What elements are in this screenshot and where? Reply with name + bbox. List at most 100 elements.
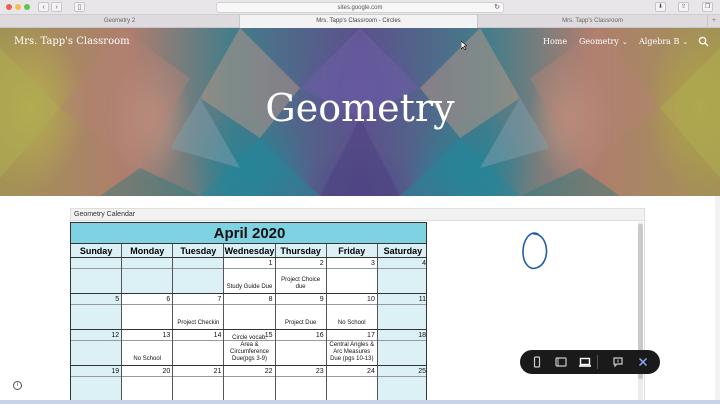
comment-icon[interactable] — [611, 355, 625, 369]
day-event: Circle vocab, Area & Circumference Due(p… — [229, 335, 269, 362]
calendar-day-cell: 19 — [71, 366, 123, 401]
close-icon[interactable] — [636, 355, 650, 369]
share-icon[interactable]: ⇧ — [678, 2, 689, 12]
calendar-day-cell: 17 Central Angles & Arc Measures Due (pgs… — [326, 330, 378, 365]
calendar-day-cell: 13 No School — [122, 330, 174, 365]
calendar-grid: 1 Study Guide Due 2 Project Choice due 3 4 5 6 7… — [71, 258, 426, 401]
reload-icon[interactable]: ↻ — [494, 3, 500, 13]
embed-title: Geometry Calendar — [70, 208, 645, 221]
nav-home[interactable]: Home — [543, 37, 567, 46]
day-number: 10 — [326, 294, 377, 305]
calendar-day-cell: 5 — [71, 294, 123, 329]
day-number: 22 — [224, 366, 275, 377]
day-number: 3 — [326, 258, 377, 269]
day-number: 21 — [173, 366, 224, 377]
day-number: 17 — [326, 330, 377, 341]
info-icon[interactable]: i — [13, 381, 22, 390]
tab-classroom[interactable]: Mrs. Tapp's Classroom — [478, 15, 708, 28]
weekday-label: Friday — [327, 244, 378, 257]
day-number: 2 — [275, 258, 326, 269]
calendar-day-cell: 15 Circle vocab, Area & Circumference Due… — [224, 330, 276, 365]
calendar-day-cell: 18 — [377, 330, 426, 365]
address-bar[interactable]: sites.google.com ↻ — [216, 2, 504, 13]
calendar-day-cell — [173, 258, 225, 293]
calendar-day-cell: 12 — [71, 330, 123, 365]
chevron-down-icon: ⌄ — [682, 38, 689, 46]
calendar-week: 5 6 7 Project Checkin 8 9 Project Due 10 No Scho… — [71, 294, 426, 330]
day-number: 24 — [326, 366, 377, 377]
day-number: 7 — [173, 294, 224, 305]
day-number: 16 — [275, 330, 326, 341]
browser-toolbar: ‹ › ▯ sites.google.com ↻ ⬇ ⇧ ❐ — [0, 0, 720, 15]
day-number — [71, 258, 122, 269]
day-event: Central Angles & Arc Measures Due (pgs 1… — [329, 342, 375, 362]
day-number: 23 — [275, 366, 326, 377]
maximize-window-button[interactable] — [24, 4, 30, 10]
day-event: Project Choice due — [281, 277, 321, 290]
minimize-window-button[interactable] — [15, 4, 21, 10]
mouse-cursor-icon — [461, 41, 467, 50]
tablet-icon[interactable] — [554, 355, 568, 369]
calendar-day-cell — [122, 258, 174, 293]
tab-circles[interactable]: Mrs. Tapp's Classroom - Circles — [240, 15, 478, 28]
day-number: 14 — [173, 330, 224, 341]
hero-banner: Mrs. Tapp's Classroom Home Geometry ⌄ Alg… — [0, 28, 720, 196]
calendar-day-cell: 8 — [224, 294, 276, 329]
day-number — [173, 258, 224, 269]
weekday-label: Thursday — [276, 244, 327, 257]
calendar-day-cell — [71, 258, 123, 293]
day-number: 8 — [224, 294, 275, 305]
day-number: 9 — [275, 294, 326, 305]
forward-button[interactable]: › — [51, 2, 62, 12]
day-event: Study Guide Due — [226, 284, 273, 290]
new-tab-button[interactable]: + — [708, 15, 720, 28]
search-icon[interactable] — [698, 36, 709, 47]
close-window-button[interactable] — [6, 4, 12, 10]
weekday-label: Tuesday — [173, 244, 225, 257]
day-number: 25 — [377, 366, 426, 377]
day-number: 18 — [377, 330, 426, 341]
calendar-day-cell: 3 — [326, 258, 378, 293]
handwritten-zero — [522, 232, 548, 270]
tabs-overview-icon[interactable]: ❐ — [702, 2, 713, 12]
day-number: 12 — [71, 330, 122, 341]
day-number: 20 — [122, 366, 173, 377]
screen: ‹ › ▯ sites.google.com ↻ ⬇ ⇧ ❐ Geometry … — [0, 0, 720, 404]
day-number — [122, 258, 173, 269]
weekday-label: Wednesday — [224, 244, 276, 257]
day-number: 13 — [122, 330, 173, 341]
day-event: Project Due — [284, 320, 317, 326]
calendar-week: 12 13 No School 14 15 Circle vocab, Area & Ci… — [71, 330, 426, 366]
calendar-day-cell: 1 Study Guide Due — [224, 258, 276, 293]
day-number: 6 — [122, 294, 173, 305]
nav-algebra-b[interactable]: Algebra B ⌄ — [639, 37, 688, 46]
calendar-week: 1 Study Guide Due 2 Project Choice due 3 4 — [71, 258, 426, 294]
calendar-day-cell: 22 — [224, 366, 276, 401]
sidebar-icon[interactable]: ▯ — [74, 2, 85, 12]
calendar-day-cell: 4 — [377, 258, 426, 293]
day-event: Project Checkin — [177, 320, 220, 326]
calendar-weekdays: Sunday Monday Tuesday Wednesday Thursday… — [71, 244, 426, 258]
tab-geometry-2[interactable]: Geometry 2 — [0, 15, 240, 28]
back-button[interactable]: ‹ — [38, 2, 49, 12]
day-number: 19 — [71, 366, 122, 377]
weekday-label: Sunday — [71, 244, 123, 257]
calendar-day-cell: 14 — [173, 330, 225, 365]
url-text: sites.google.com — [337, 5, 383, 11]
calendar-day-cell: 11 — [377, 294, 426, 329]
calendar-day-cell: 24 — [326, 366, 378, 401]
site-title[interactable]: Mrs. Tapp's Classroom — [14, 36, 130, 47]
calendar-day-cell: 20 — [122, 366, 174, 401]
calendar-day-cell: 10 No School — [326, 294, 378, 329]
download-icon[interactable]: ⬇ — [655, 2, 666, 12]
calendar-day-cell: 2 Project Choice due — [275, 258, 327, 293]
dock-edge — [0, 400, 720, 404]
calendar: April 2020 Sunday Monday Tuesday Wednesd… — [70, 222, 427, 402]
laptop-icon[interactable] — [578, 355, 592, 369]
calendar-day-cell: 6 — [122, 294, 174, 329]
nav-geometry[interactable]: Geometry ⌄ — [579, 37, 628, 46]
phone-icon[interactable] — [530, 355, 544, 369]
page-scrollbar[interactable] — [715, 196, 720, 400]
weekday-label: Saturday — [383, 246, 423, 256]
calendar-day-cell: 25 — [377, 366, 426, 401]
